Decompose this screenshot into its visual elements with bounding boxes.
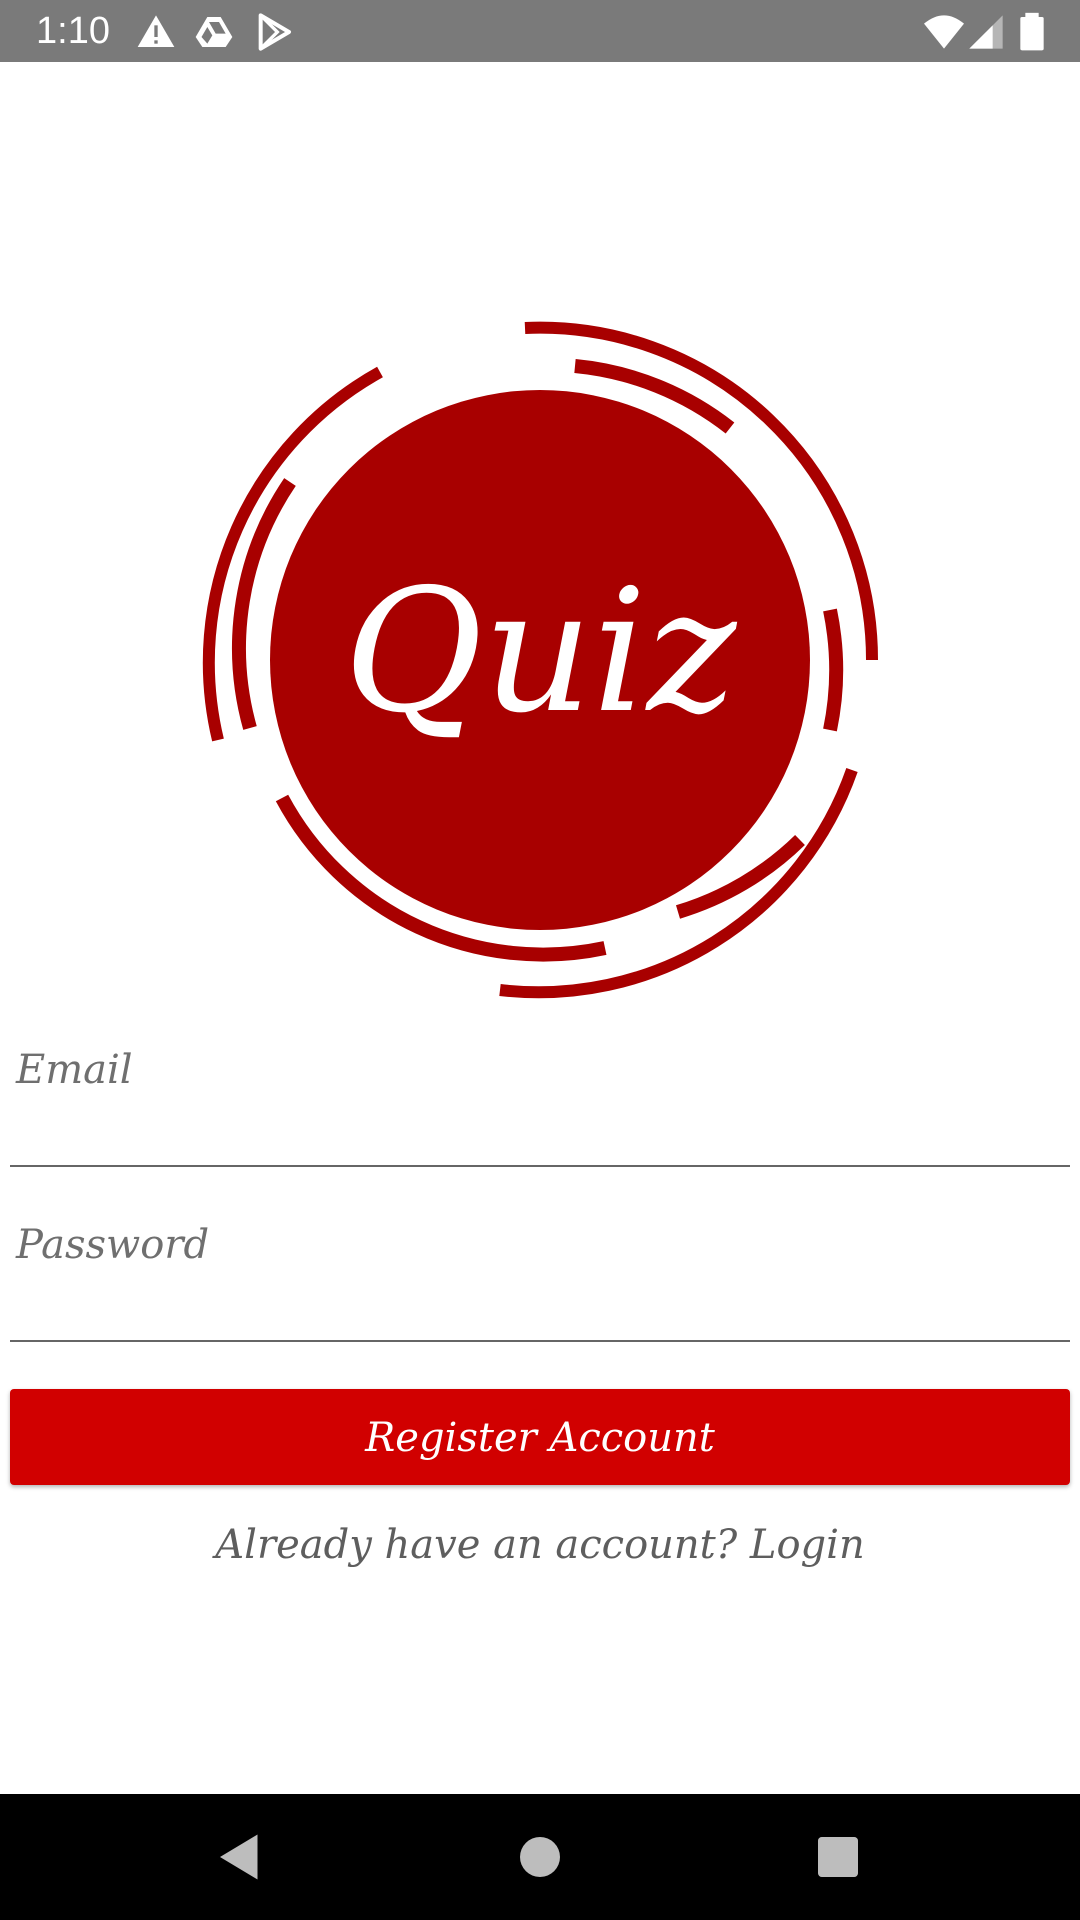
register-screen: 1:10 Quiz Email Password Register Accoun… [0,0,1080,1920]
status-time: 1:10 [36,10,110,52]
home-icon[interactable] [510,1827,570,1887]
warning-icon [136,12,176,52]
signal-icon [966,12,1006,52]
navigation-bar [0,1794,1080,1920]
login-link[interactable]: Already have an account? Login [0,1515,1080,1575]
password-underline [10,1340,1070,1342]
back-icon[interactable] [210,1827,270,1887]
drive-icon [194,12,234,52]
email-label: Email [16,1047,133,1093]
recents-icon[interactable] [808,1827,868,1887]
register-account-button[interactable]: Register Account [10,1389,1070,1485]
email-field: Email [10,1040,1070,1190]
battery-icon [1012,12,1052,52]
email-underline [10,1165,1070,1167]
password-field: Password [10,1215,1070,1365]
email-input[interactable] [10,1100,1070,1156]
quiz-logo: Quiz [200,320,880,1000]
password-input[interactable] [10,1275,1070,1331]
wifi-icon [924,12,964,52]
logo-text: Quiz [344,553,738,751]
password-label: Password [16,1222,210,1268]
status-bar: 1:10 [0,0,1080,62]
play-store-icon [254,12,294,52]
